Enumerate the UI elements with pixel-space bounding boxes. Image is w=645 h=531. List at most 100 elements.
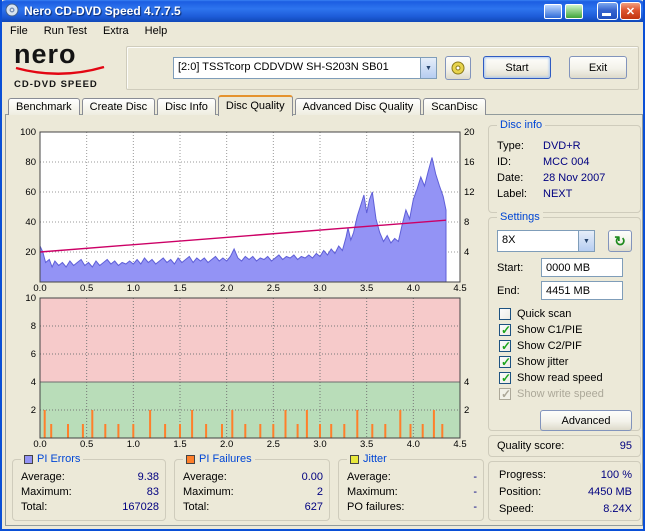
tab-advanced-disc-quality[interactable]: Advanced Disc Quality	[294, 98, 422, 115]
checkbox-show-jitter[interactable]: Show jitter	[499, 354, 634, 370]
pi-failures-chart: 2 4 6 8 10 2 4 0.0 0.5 1.0 1.5 2.0 2.5 3.0 3.5 4.0 4.5	[25, 293, 469, 450]
tab-scandisc[interactable]: ScanDisc	[423, 98, 486, 115]
svg-text:4: 4	[464, 247, 469, 258]
jitter-maximum: -	[473, 486, 477, 498]
pi-errors-legend-swatch	[24, 454, 33, 464]
settings-title: Settings	[497, 210, 543, 224]
svg-text:80: 80	[25, 157, 36, 168]
nero-red-swoosh-icon	[15, 65, 105, 75]
disc-icon	[451, 61, 465, 75]
tab-disc-quality[interactable]: Disc Quality	[217, 95, 293, 116]
svg-text:40: 40	[25, 217, 36, 228]
quality-score-label: Quality score:	[497, 440, 565, 452]
svg-text:2: 2	[464, 405, 469, 416]
pi-errors-total: 167028	[122, 501, 159, 513]
tab-disc-info[interactable]: Disc Info	[157, 98, 216, 115]
chevron-down-icon[interactable]: ▼	[578, 231, 594, 251]
position-value: 4450 MB	[587, 486, 632, 498]
pi-errors-average: 9.38	[137, 471, 159, 483]
pi-errors-legend-title: PI Errors	[37, 453, 81, 465]
tab-strip: Benchmark Create Disc Disc Info Disc Qua…	[8, 95, 488, 116]
chevron-down-icon[interactable]: ▼	[420, 58, 436, 78]
position-label: Position:	[499, 486, 542, 498]
close-button[interactable]: ✕	[620, 2, 641, 20]
drive-info-button[interactable]	[445, 56, 471, 80]
checkbox-show-c2-pif[interactable]: Show C2/PIF	[499, 338, 634, 354]
disc-id-value: MCC 004	[543, 156, 590, 168]
refresh-button[interactable]: ↻	[608, 230, 632, 252]
drive-panel: [2:0] TSSTcorp CDDVDW SH-S203N SB01 ▼ St…	[126, 46, 639, 90]
svg-text:4.5: 4.5	[453, 439, 466, 450]
disc-info-title: Disc info	[497, 118, 546, 132]
start-button[interactable]: Start	[483, 56, 551, 79]
svg-text:2.0: 2.0	[220, 439, 233, 450]
minimize-button[interactable]	[597, 2, 618, 20]
pi-failures-legend-swatch	[186, 454, 195, 464]
jitter-average: -	[473, 471, 477, 483]
disc-type-value: DVD+R	[543, 140, 581, 152]
titlebar-extra-icon-blue[interactable]	[544, 3, 562, 19]
nero-brand-text: nero	[14, 39, 77, 69]
end-position-label: End:	[497, 284, 520, 297]
speed-select[interactable]: 8X ▼	[497, 230, 595, 252]
exit-button[interactable]: Exit	[569, 56, 627, 79]
checkbox-show-c1-pie[interactable]: Show C1/PIE	[499, 322, 634, 338]
menu-run-test[interactable]: Run Test	[36, 23, 95, 39]
progress-value: 100 %	[600, 469, 632, 481]
position-row: Position: 4450 MB	[497, 484, 634, 501]
jitter-legend-title: Jitter	[363, 453, 387, 465]
disc-quality-page: 20 40 60 80 100 4 8 12 16 20 0.0 0.5 1.0 1.5 2.0 2.5 3.0…	[5, 114, 643, 526]
menu-extra[interactable]: Extra	[95, 23, 137, 39]
advanced-button[interactable]: Advanced	[540, 410, 632, 431]
menu-file[interactable]: File	[2, 23, 36, 39]
disc-info-row: Type: DVD+R	[497, 138, 634, 154]
svg-text:3.0: 3.0	[313, 439, 326, 450]
svg-text:8: 8	[464, 217, 469, 228]
disc-date-value: 28 Nov 2007	[543, 172, 606, 184]
checkbox-show-write-speed[interactable]: Show write speed	[499, 386, 634, 402]
menu-help[interactable]: Help	[137, 23, 176, 39]
nero-logo: nero CD-DVD SPEED	[14, 39, 120, 90]
checkbox-show-read-speed[interactable]: Show read speed	[499, 370, 634, 386]
svg-text:4.0: 4.0	[407, 439, 420, 450]
svg-text:4: 4	[464, 377, 469, 388]
checkbox-icon	[499, 339, 511, 353]
svg-text:6: 6	[31, 349, 36, 360]
end-position-input[interactable]	[541, 281, 623, 300]
disc-info-row: Date: 28 Nov 2007	[497, 170, 634, 186]
quality-score-box: Quality score: 95	[488, 435, 641, 457]
checkbox-icon	[499, 387, 511, 401]
window-title: Nero CD-DVD Speed 4.7.7.5	[24, 4, 181, 18]
disc-type-label: Type:	[497, 140, 524, 152]
drive-select[interactable]: [2:0] TSSTcorp CDDVDW SH-S203N SB01 ▼	[173, 57, 437, 79]
pi-failures-total: 627	[304, 501, 323, 513]
svg-text:0.5: 0.5	[80, 439, 93, 450]
svg-text:2.5: 2.5	[267, 439, 280, 450]
tab-create-disc[interactable]: Create Disc	[81, 98, 156, 115]
nero-product-text: CD-DVD SPEED	[14, 79, 98, 90]
svg-text:20: 20	[25, 247, 36, 258]
speed-value: 8.24X	[603, 503, 632, 515]
app-window: Nero CD-DVD Speed 4.7.7.5 ✕ File Run Tes…	[0, 0, 645, 531]
pi-failures-legend-title: PI Failures	[199, 453, 252, 465]
svg-text:100: 100	[20, 127, 36, 138]
pi-failures-legend-group: PI Failures Average: 0.00 Maximum: 2 Total…	[174, 452, 330, 521]
disc-label-value: NEXT	[543, 188, 573, 200]
drive-select-value: [2:0] TSSTcorp CDDVDW SH-S203N SB01	[178, 61, 389, 73]
checkbox-quick-scan[interactable]: Quick scan	[499, 306, 634, 322]
disc-date-label: Date:	[497, 172, 524, 184]
svg-text:2: 2	[31, 405, 36, 416]
jitter-po-failures: -	[473, 501, 477, 513]
disc-info-row: ID: MCC 004	[497, 154, 634, 170]
tab-benchmark[interactable]: Benchmark	[8, 98, 80, 115]
titlebar-extra-icon-green[interactable]	[565, 3, 583, 19]
titlebar[interactable]: Nero CD-DVD Speed 4.7.7.5 ✕	[2, 0, 643, 22]
disc-info-group: Disc info Type: DVD+R ID: MCC 004 Date: 28 …	[488, 118, 641, 213]
svg-text:20: 20	[464, 127, 475, 138]
pi-failures-average: 0.00	[301, 471, 323, 483]
speed-row: Speed: 8.24X	[497, 501, 634, 518]
svg-text:8: 8	[31, 321, 36, 332]
pi-errors-maximum: 83	[146, 486, 159, 498]
speed-label: Speed:	[499, 503, 534, 515]
start-position-input[interactable]	[541, 258, 623, 277]
